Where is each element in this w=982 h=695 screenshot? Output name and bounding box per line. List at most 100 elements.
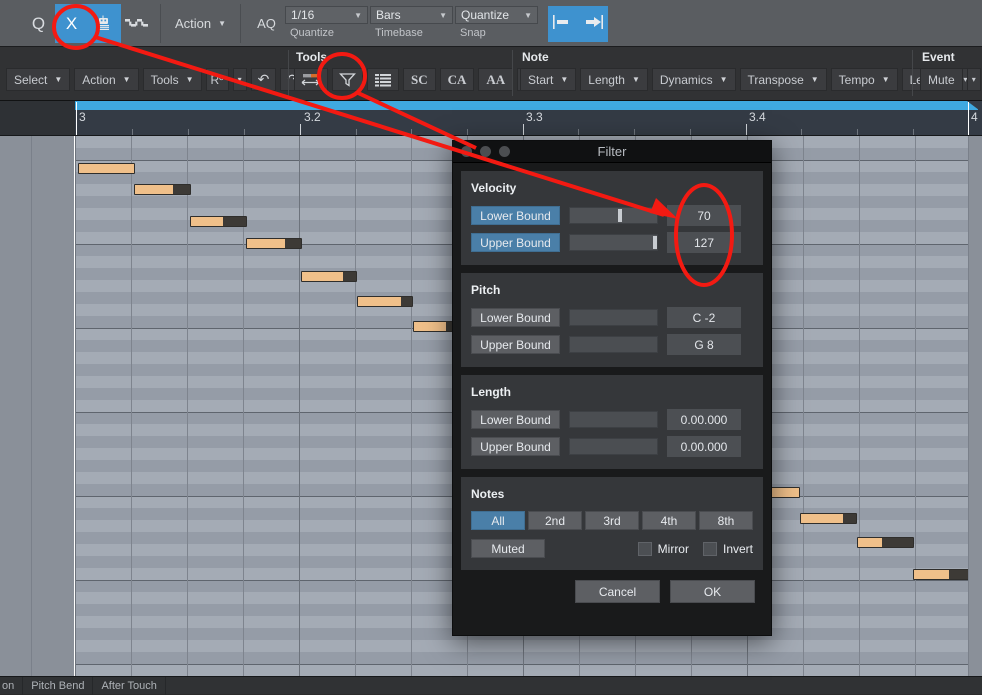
velocity-lower-bound-button[interactable]: Lower Bound [471, 206, 560, 225]
list-editor-icon[interactable] [367, 68, 399, 91]
robot-icon[interactable] [88, 4, 121, 43]
undo-button[interactable]: ↶ [250, 68, 277, 91]
select-menu[interactable]: Select ▼ [6, 68, 71, 91]
quantize-value-select[interactable]: 1/16 ▼ [285, 6, 368, 24]
notes-4th-button[interactable]: 4th [642, 511, 696, 530]
note-velocity-bar [285, 239, 301, 248]
note-dynamics-menu[interactable]: Dynamics ▼ [651, 68, 736, 91]
midi-note[interactable] [800, 513, 857, 524]
degree-dropdown[interactable]: ▾ [232, 68, 247, 91]
degree-button[interactable]: Rº [205, 68, 229, 91]
length-lower-slider[interactable] [569, 411, 658, 428]
loop-range-bar[interactable] [75, 101, 979, 110]
pitch-upper-slider[interactable] [569, 336, 658, 353]
ok-button[interactable]: OK [670, 580, 755, 603]
midi-note[interactable] [857, 537, 914, 548]
chevron-down-icon: ▼ [524, 10, 532, 20]
chevron-down-icon: ▼ [54, 75, 63, 84]
bottom-tab-after-touch[interactable]: After Touch [93, 676, 166, 695]
midi-note[interactable] [913, 569, 969, 580]
midi-note[interactable] [78, 163, 135, 174]
velocity-lower-value[interactable]: 70 [667, 205, 741, 226]
action-menu-top[interactable]: Action ▼ [167, 4, 234, 43]
midi-note[interactable] [357, 296, 413, 307]
mirror-checkbox[interactable]: Mirror [637, 541, 689, 556]
length-upper-slider[interactable] [569, 438, 658, 455]
filter-tool-icon[interactable] [332, 68, 363, 91]
length-lower-value[interactable]: 0.00.000 [667, 409, 741, 430]
note-lane[interactable] [75, 664, 982, 676]
bottom-tab-modulation[interactable]: on [0, 676, 24, 695]
note-transpose-menu[interactable]: Transpose ▼ [739, 68, 827, 91]
slider-thumb[interactable] [652, 236, 657, 249]
notes-filter-buttons: All 2nd 3rd 4th 8th [471, 511, 753, 530]
velocity-curve-icon[interactable] [121, 4, 154, 43]
pitch-upper-value[interactable]: G 8 [667, 334, 741, 355]
velocity-section: Velocity Lower Bound 70 Upper Bound 127 [461, 171, 763, 265]
notes-8th-label: 8th [717, 513, 735, 528]
aa-button[interactable]: AA [478, 68, 514, 91]
invert-checkbox[interactable]: Invert [702, 541, 753, 556]
length-upper-value[interactable]: 0.00.000 [667, 436, 741, 457]
pitch-lower-slider[interactable] [569, 309, 658, 326]
chevron-down-icon: ▼ [218, 19, 227, 28]
pitch-upper-bound-button[interactable]: Upper Bound [471, 335, 560, 354]
tools-menu[interactable]: Tools ▼ [142, 68, 202, 91]
notes-8th-button[interactable]: 8th [699, 511, 753, 530]
note-lane[interactable] [75, 652, 982, 664]
timebase-select[interactable]: Bars ▼ [370, 6, 453, 24]
grid-line [859, 136, 860, 676]
velocity-upper-bound-label: Upper Bound [480, 235, 551, 250]
filter-dialog-titlebar[interactable]: Filter [453, 141, 771, 163]
bottom-tab-pitch-bend[interactable]: Pitch Bend [23, 676, 94, 695]
filter-dialog[interactable]: Filter Velocity Lower Bound 70 Upper Bou… [452, 140, 772, 636]
close-icon[interactable] [461, 146, 472, 157]
midi-note[interactable] [768, 487, 800, 498]
length-upper-bound-button[interactable]: Upper Bound [471, 437, 560, 456]
note-tempo-menu[interactable]: Tempo ▼ [830, 68, 898, 91]
timeline-ruler[interactable]: 3 3.2 3.3 3.4 4 [0, 101, 982, 136]
quantize-q-icon[interactable]: Q [22, 4, 55, 43]
length-lower-bound-button[interactable]: Lower Bound [471, 410, 560, 429]
pitch-lower-bound-button[interactable]: Lower Bound [471, 308, 560, 327]
sc-button[interactable]: SC [403, 68, 436, 91]
piano-roll-left-gutter[interactable] [0, 136, 75, 676]
zoom-to-selection-icon[interactable] [552, 14, 574, 34]
vertical-scrollbar[interactable] [968, 136, 982, 676]
snap-select[interactable]: Quantize ▼ [455, 6, 538, 24]
pitch-lower-value[interactable]: C -2 [667, 307, 741, 328]
notes-3rd-button[interactable]: 3rd [585, 511, 639, 530]
note-length-menu[interactable]: Length ▼ [580, 68, 648, 91]
ruler-major-tick [968, 102, 969, 136]
velocity-upper-bound-button[interactable]: Upper Bound [471, 233, 560, 252]
velocity-upper-value[interactable]: 127 [667, 232, 741, 253]
auto-quantize-label[interactable]: AQ [247, 16, 286, 31]
checkbox-box[interactable] [637, 541, 652, 556]
event-more-dropdown[interactable]: ▾ [966, 68, 981, 91]
slider-thumb[interactable] [617, 209, 622, 222]
midi-note[interactable] [134, 184, 191, 195]
maximize-icon[interactable] [499, 146, 510, 157]
chevron-down-icon: ▼ [719, 75, 728, 84]
quantize-x-icon[interactable]: X [55, 4, 88, 43]
midi-note[interactable] [301, 271, 357, 282]
checkbox-box[interactable] [702, 541, 717, 556]
midi-note[interactable] [190, 216, 247, 227]
cancel-button[interactable]: Cancel [575, 580, 660, 603]
event-mute-menu[interactable]: Mute [920, 68, 963, 91]
notes-muted-button[interactable]: Muted [471, 539, 545, 558]
note-start-menu[interactable]: Start ▼ [520, 68, 577, 91]
ca-button[interactable]: CA [439, 68, 475, 91]
note-lane[interactable] [75, 640, 982, 652]
notes-2nd-button[interactable]: 2nd [528, 511, 582, 530]
length-tool-icon[interactable] [294, 68, 328, 91]
action-menu[interactable]: Action ▼ [74, 68, 139, 91]
action-menu-label: Action [82, 72, 116, 87]
velocity-upper-slider[interactable] [569, 234, 658, 251]
minimize-icon[interactable] [480, 146, 491, 157]
midi-note[interactable] [246, 238, 302, 249]
pitch-upper-row: Upper Bound G 8 [471, 334, 753, 355]
zoom-to-fit-icon[interactable] [582, 14, 604, 34]
notes-all-button[interactable]: All [471, 511, 525, 530]
velocity-lower-slider[interactable] [569, 207, 658, 224]
